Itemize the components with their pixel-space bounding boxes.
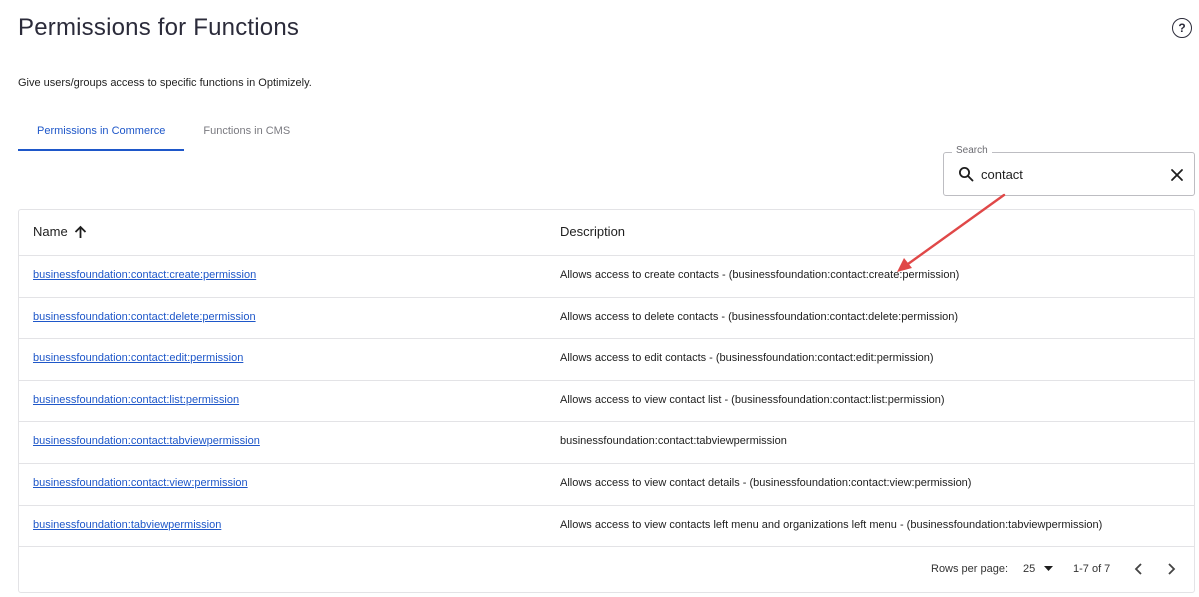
permission-description: Allows access to create contacts - (busi… bbox=[560, 269, 960, 281]
table-row: businessfoundation:contact:view:permissi… bbox=[19, 464, 1194, 506]
permission-link[interactable]: businessfoundation:tabviewpermission bbox=[33, 519, 221, 531]
permissions-table: Name Description businessfoundation:cont… bbox=[18, 209, 1195, 593]
table-row: businessfoundation:contact:create:permis… bbox=[19, 256, 1194, 298]
table-row: businessfoundation:tabviewpermission All… bbox=[19, 506, 1194, 548]
permission-link[interactable]: businessfoundation:contact:view:permissi… bbox=[33, 477, 248, 489]
search-icon bbox=[959, 167, 974, 182]
column-header-description: Description bbox=[560, 224, 626, 239]
pagination-range: 1-7 of 7 bbox=[1073, 563, 1111, 575]
tab-bar: Permissions in Commerce Functions in CMS bbox=[18, 114, 309, 151]
search-field: Search bbox=[943, 145, 1195, 196]
search-input[interactable] bbox=[981, 163, 1161, 185]
permission-description: businessfoundation:contact:tabviewpermis… bbox=[560, 435, 787, 448]
tab-permissions-in-commerce[interactable]: Permissions in Commerce bbox=[18, 114, 185, 151]
permission-description: Allows access to view contact details - … bbox=[560, 476, 972, 489]
permission-description: Allows access to edit contacts - (busine… bbox=[560, 352, 934, 365]
table-header: Name Description bbox=[19, 210, 1194, 256]
permission-link[interactable]: businessfoundation:contact:delete:permis… bbox=[33, 311, 256, 323]
rows-per-page-value: 25 bbox=[1023, 563, 1036, 575]
table-row: businessfoundation:contact:edit:permissi… bbox=[19, 339, 1194, 381]
table-row: businessfoundation:contact:delete:permis… bbox=[19, 298, 1194, 340]
rows-per-page-select[interactable]: 25 bbox=[1023, 563, 1054, 575]
permission-description: Allows access to view contact list - (bu… bbox=[560, 393, 945, 406]
sort-ascending-icon bbox=[74, 225, 86, 238]
rows-per-page-label: Rows per page: bbox=[931, 563, 1009, 575]
next-page-icon[interactable] bbox=[1163, 561, 1179, 577]
permission-link[interactable]: businessfoundation:contact:edit:permissi… bbox=[33, 352, 243, 364]
caret-down-icon bbox=[1044, 566, 1054, 571]
permission-description: Allows access to view contacts left menu… bbox=[560, 518, 1103, 531]
permission-link[interactable]: businessfoundation:contact:tabviewpermis… bbox=[33, 435, 260, 447]
previous-page-icon[interactable] bbox=[1131, 561, 1147, 577]
table-pagination: Rows per page: 25 1-7 of 7 bbox=[19, 547, 1194, 592]
help-icon[interactable]: ? bbox=[1172, 18, 1192, 38]
search-label: Search bbox=[952, 145, 992, 156]
table-row: businessfoundation:contact:tabviewpermis… bbox=[19, 422, 1194, 464]
permission-link[interactable]: businessfoundation:contact:create:permis… bbox=[33, 269, 256, 281]
column-header-name-label: Name bbox=[33, 224, 68, 239]
tab-functions-in-cms[interactable]: Functions in CMS bbox=[184, 114, 309, 148]
clear-search-icon[interactable] bbox=[1170, 168, 1184, 182]
page-title: Permissions for Functions bbox=[18, 14, 300, 41]
table-row: businessfoundation:contact:list:permissi… bbox=[19, 381, 1194, 423]
column-header-name[interactable]: Name bbox=[33, 224, 87, 239]
permission-link[interactable]: businessfoundation:contact:list:permissi… bbox=[33, 394, 239, 406]
permission-description: Allows access to delete contacts - (busi… bbox=[560, 310, 959, 323]
page-subtitle: Give users/groups access to specific fun… bbox=[18, 77, 312, 89]
